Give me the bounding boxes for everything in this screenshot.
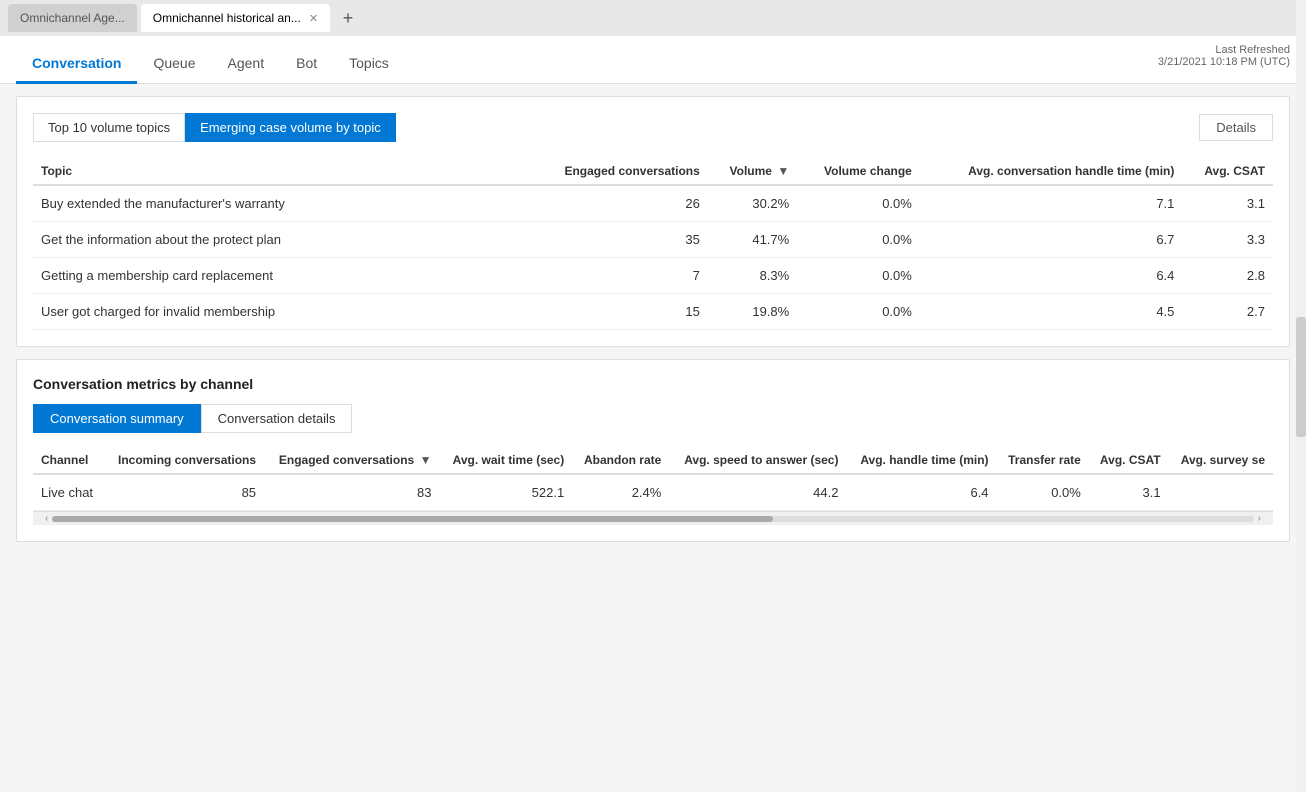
last-refreshed-value: 3/21/2021 10:18 PM (UTC): [1158, 56, 1290, 68]
details-button[interactable]: Details: [1199, 114, 1273, 141]
nav-tab-agent[interactable]: Agent: [212, 47, 281, 84]
volume-cell: 8.3%: [708, 258, 797, 294]
engaged-cell: 35: [529, 222, 708, 258]
bottom-scrollbar[interactable]: ‹ ›: [33, 511, 1273, 525]
table-row: Get the information about the protect pl…: [33, 222, 1273, 258]
nav-tab-conversation[interactable]: Conversation: [16, 47, 137, 84]
col-header-avg-csat: Avg. CSAT: [1182, 158, 1273, 185]
avg-handle-cell: 6.4: [920, 258, 1183, 294]
avg-wait-cell: 522.1: [439, 474, 572, 511]
table-row: Getting a membership card replacement 7 …: [33, 258, 1273, 294]
sum-col-avg-wait: Avg. wait time (sec): [439, 447, 572, 474]
volume-change-cell: 0.0%: [797, 185, 920, 222]
nav-tab-topics[interactable]: Topics: [333, 47, 405, 84]
close-icon[interactable]: ✕: [309, 12, 318, 25]
browser-tab-2-label: Omnichannel historical an...: [153, 11, 301, 25]
avg-csat-cell: 2.8: [1182, 258, 1273, 294]
right-scrollbar[interactable]: [1296, 0, 1306, 792]
conversation-details-tab[interactable]: Conversation details: [201, 404, 353, 433]
sum-col-incoming: Incoming conversations: [104, 447, 264, 474]
conversation-summary-tab[interactable]: Conversation summary: [33, 404, 201, 433]
col-header-avg-handle: Avg. conversation handle time (min): [920, 158, 1183, 185]
main-content: Top 10 volume topics Emerging case volum…: [0, 84, 1306, 792]
volume-sort-icon: ▼: [777, 164, 789, 178]
volume-change-cell: 0.0%: [797, 258, 920, 294]
avg-handle-cell: 7.1: [920, 185, 1183, 222]
browser-tab-1[interactable]: Omnichannel Age...: [8, 4, 137, 32]
sum-col-avg-survey: Avg. survey se: [1169, 447, 1273, 474]
add-icon: +: [343, 8, 354, 29]
topics-table-header-row: Topic Engaged conversations Volume ▼ Vol…: [33, 158, 1273, 185]
nav-tab-queue[interactable]: Queue: [137, 47, 211, 84]
avg-handle-cell: 6.4: [846, 474, 996, 511]
sum-col-engaged[interactable]: Engaged conversations ▼: [264, 447, 439, 474]
avg-csat-cell: 3.1: [1182, 185, 1273, 222]
volume-cell: 30.2%: [708, 185, 797, 222]
conv-metrics-card: Conversation metrics by channel Conversa…: [16, 359, 1290, 542]
transfer-cell: 0.0%: [997, 474, 1089, 511]
topic-cell: User got charged for invalid membership: [33, 294, 529, 330]
avg-handle-cell: 4.5: [920, 294, 1183, 330]
col-header-engaged: Engaged conversations: [529, 158, 708, 185]
last-refreshed-label: Last Refreshed: [1158, 44, 1290, 56]
col-header-volume[interactable]: Volume ▼: [708, 158, 797, 185]
last-refreshed: Last Refreshed 3/21/2021 10:18 PM (UTC): [1158, 44, 1290, 68]
sum-col-transfer: Transfer rate: [997, 447, 1089, 474]
engaged-cell: 7: [529, 258, 708, 294]
sum-col-channel: Channel: [33, 447, 104, 474]
incoming-cell: 85: [104, 474, 264, 511]
avg-csat-cell: 2.7: [1182, 294, 1273, 330]
emerging-toggle-button[interactable]: Emerging case volume by topic: [185, 113, 396, 142]
scrollbar-track[interactable]: [52, 516, 1253, 522]
table-row: User got charged for invalid membership …: [33, 294, 1273, 330]
engaged-cell: 83: [264, 474, 439, 511]
avg-handle-cell: 6.7: [920, 222, 1183, 258]
conv-metrics-title: Conversation metrics by channel: [33, 376, 1273, 392]
browser-tab-2[interactable]: Omnichannel historical an... ✕: [141, 4, 330, 32]
app-nav-bar: Conversation Queue Agent Bot Topics Last…: [0, 36, 1306, 84]
topic-cell: Get the information about the protect pl…: [33, 222, 529, 258]
topic-cell: Getting a membership card replacement: [33, 258, 529, 294]
volume-change-cell: 0.0%: [797, 222, 920, 258]
sum-col-avg-csat: Avg. CSAT: [1089, 447, 1169, 474]
topics-table: Topic Engaged conversations Volume ▼ Vol…: [33, 158, 1273, 330]
topics-card: Top 10 volume topics Emerging case volum…: [16, 96, 1290, 347]
summary-tabs: Conversation summary Conversation detail…: [33, 404, 1273, 433]
scrollbar-thumb: [52, 516, 773, 522]
abandon-cell: 2.4%: [572, 474, 669, 511]
scroll-left-arrow[interactable]: ‹: [41, 513, 52, 524]
top10-toggle-button[interactable]: Top 10 volume topics: [33, 113, 185, 142]
volume-cell: 19.8%: [708, 294, 797, 330]
table-row: Live chat 85 83 522.1 2.4% 44.2 6.4 0.0%…: [33, 474, 1273, 511]
col-header-volume-change: Volume change: [797, 158, 920, 185]
sum-col-abandon: Abandon rate: [572, 447, 669, 474]
volume-change-cell: 0.0%: [797, 294, 920, 330]
summary-table: Channel Incoming conversations Engaged c…: [33, 447, 1273, 511]
engaged-cell: 26: [529, 185, 708, 222]
summary-table-scroll[interactable]: Channel Incoming conversations Engaged c…: [33, 447, 1273, 511]
col-header-topic: Topic: [33, 158, 529, 185]
right-scrollbar-thumb: [1296, 317, 1306, 437]
avg-csat-cell: 3.3: [1182, 222, 1273, 258]
browser-tab-bar: Omnichannel Age... Omnichannel historica…: [0, 0, 1306, 36]
summary-table-header-row: Channel Incoming conversations Engaged c…: [33, 447, 1273, 474]
nav-tab-bot[interactable]: Bot: [280, 47, 333, 84]
topic-toggle-bar: Top 10 volume topics Emerging case volum…: [33, 113, 1273, 142]
table-row: Buy extended the manufacturer's warranty…: [33, 185, 1273, 222]
browser-tab-1-label: Omnichannel Age...: [20, 11, 125, 25]
scroll-right-arrow[interactable]: ›: [1254, 513, 1265, 524]
topic-cell: Buy extended the manufacturer's warranty: [33, 185, 529, 222]
channel-cell: Live chat: [33, 474, 104, 511]
add-tab-button[interactable]: +: [334, 4, 362, 32]
engaged-cell: 15: [529, 294, 708, 330]
engaged-sort-icon: ▼: [420, 453, 432, 467]
avg-survey-cell: [1169, 474, 1273, 511]
volume-cell: 41.7%: [708, 222, 797, 258]
avg-speed-cell: 44.2: [669, 474, 846, 511]
sum-col-avg-handle: Avg. handle time (min): [846, 447, 996, 474]
sum-col-avg-speed: Avg. speed to answer (sec): [669, 447, 846, 474]
avg-csat-cell: 3.1: [1089, 474, 1169, 511]
nav-tabs: Conversation Queue Agent Bot Topics: [16, 36, 405, 83]
